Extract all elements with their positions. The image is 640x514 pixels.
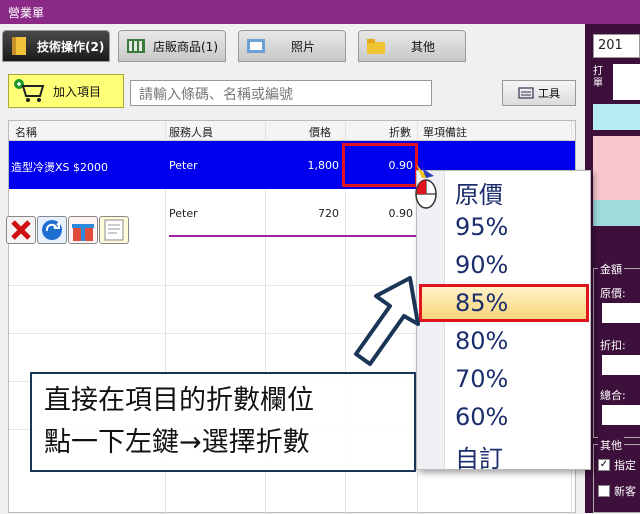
col-note: 單項備註: [423, 126, 467, 139]
print-box[interactable]: [613, 64, 640, 100]
discount-field: [602, 355, 640, 375]
amount-legend: 金額: [598, 261, 624, 277]
info-box-teal: [593, 200, 640, 226]
tab-bar: 技術操作(2) 店販商品(1) 照片 其他: [0, 30, 585, 62]
cart-icon: [14, 79, 45, 102]
gift-icon[interactable]: [68, 216, 98, 244]
original-price-label: 原價:: [600, 287, 626, 300]
col-name: 名稱: [15, 126, 37, 139]
tab-label: 照片: [291, 39, 316, 54]
other-group: 其他 ✓ 指定 新客: [593, 437, 640, 513]
arrow-pointer-icon: [354, 276, 420, 366]
window-title: 營業單: [0, 0, 640, 24]
cell-price: 720: [318, 207, 339, 220]
menu-item-60[interactable]: 60%: [455, 403, 508, 431]
menu-item-95[interactable]: 95%: [455, 213, 508, 241]
instruction-callout: 直接在項目的折數欄位 點一下左鍵→選擇折數: [30, 372, 416, 472]
document-icon[interactable]: [99, 216, 129, 244]
menu-item-90[interactable]: 90%: [455, 251, 508, 279]
discount-cell-highlight: [342, 143, 418, 187]
tools-label: 工具: [538, 87, 560, 100]
new-customer-label: 新客: [614, 485, 636, 498]
cell-staff: Peter: [169, 159, 198, 172]
menu-item-85[interactable]: 85%: [455, 289, 508, 317]
add-item-label: 加入項目: [53, 84, 102, 99]
callout-line-2: 點一下左鍵→選擇折數: [44, 427, 310, 458]
info-box-pink: [593, 136, 640, 200]
photo-icon: [247, 39, 265, 53]
total-label: 總合:: [600, 389, 626, 402]
date-field[interactable]: 201: [593, 34, 640, 58]
search-input[interactable]: 請輸入條碼、名稱或編號: [130, 80, 432, 106]
tools-icon: [518, 87, 534, 99]
shelf-icon: [127, 39, 145, 53]
cell-name: 造型冷燙XS $2000: [11, 161, 109, 174]
assigned-checkbox[interactable]: ✓: [598, 459, 610, 471]
col-price: 價格: [309, 126, 331, 139]
add-item-button[interactable]: 加入項目: [8, 74, 124, 108]
toolbar: 加入項目 請輸入條碼、名稱或編號 工具: [0, 66, 585, 116]
cell-staff: Peter: [169, 207, 198, 220]
book-icon: [12, 37, 26, 55]
menu-item-80[interactable]: 80%: [455, 327, 508, 355]
new-customer-checkbox[interactable]: [598, 485, 610, 497]
menu-item-custom[interactable]: 自訂: [455, 439, 503, 474]
tab-retail[interactable]: 店販商品(1): [118, 30, 226, 62]
print-label: 打單: [593, 66, 603, 89]
grid-header: 名稱 服務人員 價格 折數 單項備註: [9, 121, 575, 141]
tab-technical[interactable]: 技術操作(2): [2, 30, 110, 62]
other-legend: 其他: [598, 437, 624, 453]
right-panel: 201 打單 金額 原價: 折扣: 總合: 其他 ✓ 指定 新客: [585, 24, 640, 513]
callout-line-1: 直接在項目的折數欄位: [44, 385, 314, 416]
info-box-cyan: [593, 104, 640, 130]
discount-label: 折扣:: [600, 339, 626, 352]
tab-photos[interactable]: 照片: [238, 30, 346, 62]
discount-dropdown: 原價 95% 90% 85% 80% 70% 60% 自訂: [416, 170, 591, 473]
cell-price: 1,800: [307, 159, 340, 172]
menu-item-original[interactable]: 原價: [455, 175, 503, 210]
tab-other[interactable]: 其他: [358, 30, 466, 62]
mouse-cursor-icon: [415, 164, 437, 209]
total-field: [602, 405, 640, 425]
tab-label: 其他: [411, 39, 436, 54]
col-discount: 折數: [389, 126, 411, 139]
tools-button[interactable]: 工具: [502, 80, 576, 106]
refresh-icon[interactable]: [37, 216, 67, 244]
amount-group: 金額 原價: 折扣: 總合:: [593, 261, 640, 438]
folder-icon: [367, 39, 385, 54]
menu-item-70[interactable]: 70%: [455, 365, 508, 393]
row-action-icons: [6, 216, 130, 246]
tab-label: 技術操作(2): [37, 39, 105, 54]
delete-icon[interactable]: [6, 216, 36, 244]
col-staff: 服務人員: [169, 126, 213, 139]
assigned-label: 指定: [614, 459, 636, 472]
original-price-field: [602, 303, 640, 323]
tab-label: 店販商品(1): [153, 39, 218, 54]
